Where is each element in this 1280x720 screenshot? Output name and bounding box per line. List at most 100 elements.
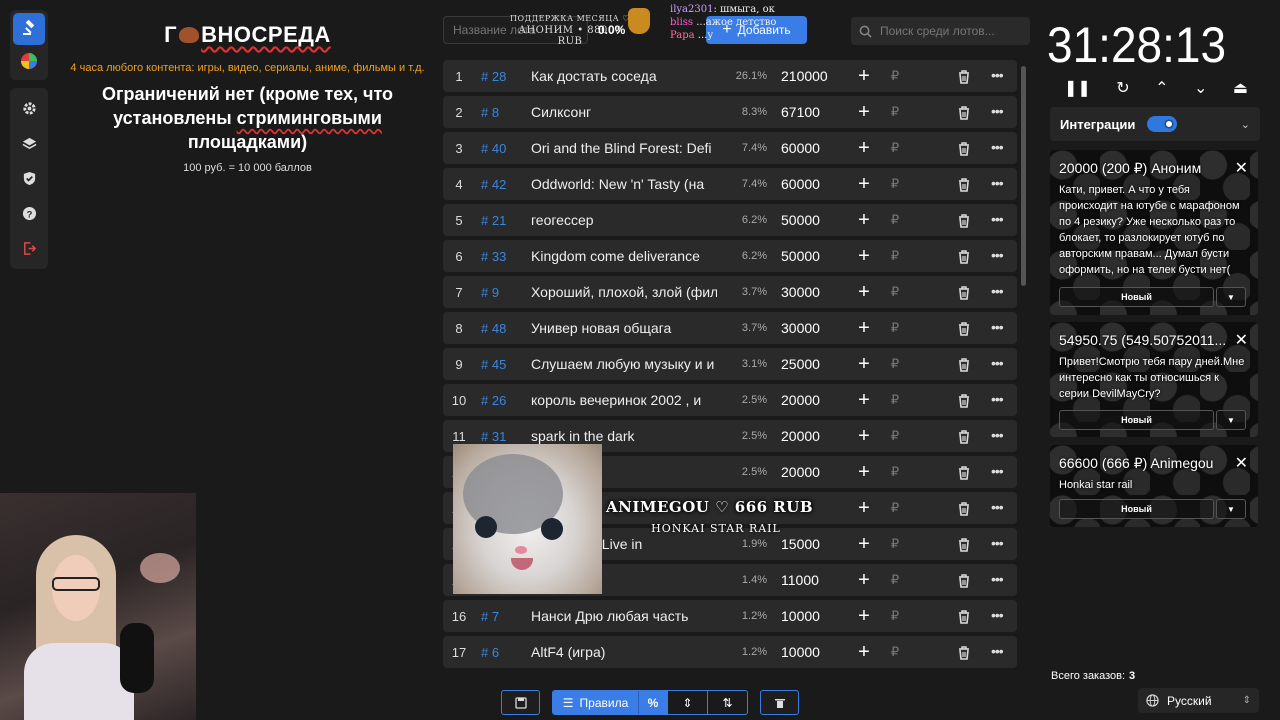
rules-button[interactable]: ☰ Правила [553, 691, 638, 714]
lot-amount[interactable]: 11000 [767, 572, 847, 588]
lot-amount[interactable]: 20000 [767, 428, 847, 444]
trash-icon[interactable] [956, 213, 972, 229]
lot-amount[interactable]: 10000 [767, 608, 847, 624]
add-amount-icon[interactable]: + [853, 66, 875, 86]
lot-id[interactable]: # 21 [475, 213, 531, 228]
lot-id[interactable]: # 28 [475, 69, 531, 84]
clear-list-icon[interactable] [760, 690, 799, 715]
wheel-icon[interactable] [13, 45, 45, 77]
add-amount-icon[interactable]: + [853, 246, 875, 266]
chevron-down-icon[interactable]: ⌄ [1194, 78, 1207, 98]
lot-row[interactable]: 17 # 6 AltF4 (игра) 1.2% 10000 + ₽ ••• [443, 636, 1017, 668]
shield-icon[interactable] [13, 161, 45, 196]
ruble-icon[interactable]: ₽ [883, 320, 907, 336]
lot-name[interactable]: Oddworld: New 'n' Tasty (на [531, 176, 717, 192]
chevron-up-icon[interactable]: ⌃ [1155, 78, 1168, 98]
lot-name[interactable]: Универ новая общага [531, 320, 717, 336]
lot-id[interactable]: # 33 [475, 249, 531, 264]
chevron-down-icon[interactable]: ⌄ [1241, 118, 1250, 131]
status-dropdown-icon[interactable]: ▼ [1216, 499, 1246, 519]
add-amount-icon[interactable]: + [853, 426, 875, 446]
close-icon[interactable]: ✕ [1235, 453, 1248, 473]
reset-icon[interactable]: ↻ [1116, 78, 1129, 98]
more-icon[interactable]: ••• [991, 463, 1004, 479]
lot-amount[interactable]: 30000 [767, 284, 847, 300]
trash-icon[interactable] [956, 321, 972, 337]
more-icon[interactable]: ••• [991, 283, 1004, 299]
ruble-icon[interactable]: ₽ [883, 608, 907, 624]
integrations-panel[interactable]: Интеграции ⌄ [1050, 107, 1260, 141]
lot-amount[interactable]: 60000 [767, 140, 847, 156]
language-select[interactable]: Русский ⇕ [1138, 688, 1259, 713]
trash-icon[interactable] [956, 141, 972, 157]
help-icon[interactable]: ? [13, 196, 45, 231]
more-icon[interactable]: ••• [991, 175, 1004, 191]
lot-name[interactable]: Как достать соседа [531, 68, 717, 84]
more-icon[interactable]: ••• [991, 499, 1004, 515]
more-icon[interactable]: ••• [991, 211, 1004, 227]
lot-amount[interactable]: 50000 [767, 248, 847, 264]
lot-row[interactable]: 3 # 40 Ori and the Blind Forest: Defi 7.4% 6… [443, 132, 1017, 164]
lot-name[interactable]: Нанси Дрю любая часть [531, 608, 717, 624]
donation-status-select[interactable]: Новый [1059, 410, 1214, 430]
lot-name[interactable]: Ori and the Blind Forest: Defi [531, 140, 717, 156]
more-icon[interactable]: ••• [991, 355, 1004, 371]
lot-search[interactable]: Поиск среди лотов... [851, 17, 1030, 45]
trash-icon[interactable] [956, 177, 972, 193]
add-amount-icon[interactable]: + [853, 354, 875, 374]
add-amount-icon[interactable]: + [853, 462, 875, 482]
ruble-icon[interactable]: ₽ [883, 176, 907, 192]
more-icon[interactable]: ••• [991, 391, 1004, 407]
lot-amount[interactable]: 60000 [767, 176, 847, 192]
lot-id[interactable]: # 8 [475, 105, 531, 120]
add-amount-icon[interactable]: + [853, 534, 875, 554]
auction-icon[interactable] [13, 13, 45, 45]
layers-icon[interactable] [13, 126, 45, 161]
lot-row[interactable]: 2 # 8 Силксонг 8.3% 67100 + ₽ ••• [443, 96, 1017, 128]
save-icon[interactable] [501, 690, 540, 715]
add-amount-icon[interactable]: + [853, 570, 875, 590]
percent-toggle-button[interactable]: % [638, 691, 667, 714]
logout-icon[interactable] [13, 231, 45, 266]
lot-name[interactable]: Силксонг [531, 104, 717, 120]
lot-row[interactable]: 4 # 42 Oddworld: New 'n' Tasty (на 7.4% 6000… [443, 168, 1017, 200]
lot-amount[interactable]: 20000 [767, 464, 847, 480]
trash-icon[interactable] [956, 69, 972, 85]
lot-name[interactable]: AltF4 (игра) [531, 644, 717, 660]
lot-amount[interactable]: 10000 [767, 644, 847, 660]
add-amount-icon[interactable]: + [853, 282, 875, 302]
lot-amount[interactable]: 30000 [767, 320, 847, 336]
lot-row[interactable]: 9 # 45 Слушаем любую музыку и и 3.1% 25000 + ₽… [443, 348, 1017, 380]
ruble-icon[interactable]: ₽ [883, 140, 907, 156]
ruble-icon[interactable]: ₽ [883, 68, 907, 84]
trash-icon[interactable] [956, 465, 972, 481]
add-amount-icon[interactable]: + [853, 102, 875, 122]
ruble-icon[interactable]: ₽ [883, 572, 907, 588]
trash-icon[interactable] [956, 285, 972, 301]
more-icon[interactable]: ••• [991, 427, 1004, 443]
lot-name[interactable]: Слушаем любую музыку и и [531, 356, 717, 372]
lot-id[interactable]: # 48 [475, 321, 531, 336]
add-amount-icon[interactable]: + [853, 210, 875, 230]
ruble-icon[interactable]: ₽ [883, 284, 907, 300]
ruble-icon[interactable]: ₽ [883, 212, 907, 228]
trash-icon[interactable] [956, 501, 972, 517]
lot-name[interactable]: Хороший, плохой, злой (фил [531, 284, 717, 300]
lot-amount[interactable]: 25000 [767, 356, 847, 372]
trash-icon[interactable] [956, 393, 972, 409]
ruble-icon[interactable]: ₽ [883, 104, 907, 120]
ruble-icon[interactable]: ₽ [883, 500, 907, 516]
add-amount-icon[interactable]: + [853, 498, 875, 518]
trash-icon[interactable] [956, 537, 972, 553]
donation-status-select[interactable]: Новый [1059, 499, 1214, 519]
close-icon[interactable]: ✕ [1235, 158, 1248, 178]
lot-row[interactable]: 1 # 28 Как достать соседа 26.1% 210000 + ₽ ••• [443, 60, 1017, 92]
trash-icon[interactable] [956, 105, 972, 121]
add-amount-icon[interactable]: + [853, 390, 875, 410]
more-icon[interactable]: ••• [991, 535, 1004, 551]
pause-icon[interactable]: ❚❚ [1064, 78, 1091, 98]
ruble-icon[interactable]: ₽ [883, 464, 907, 480]
trash-icon[interactable] [956, 573, 972, 589]
list-scrollbar[interactable] [1021, 66, 1026, 286]
lot-amount[interactable]: 210000 [767, 68, 847, 84]
